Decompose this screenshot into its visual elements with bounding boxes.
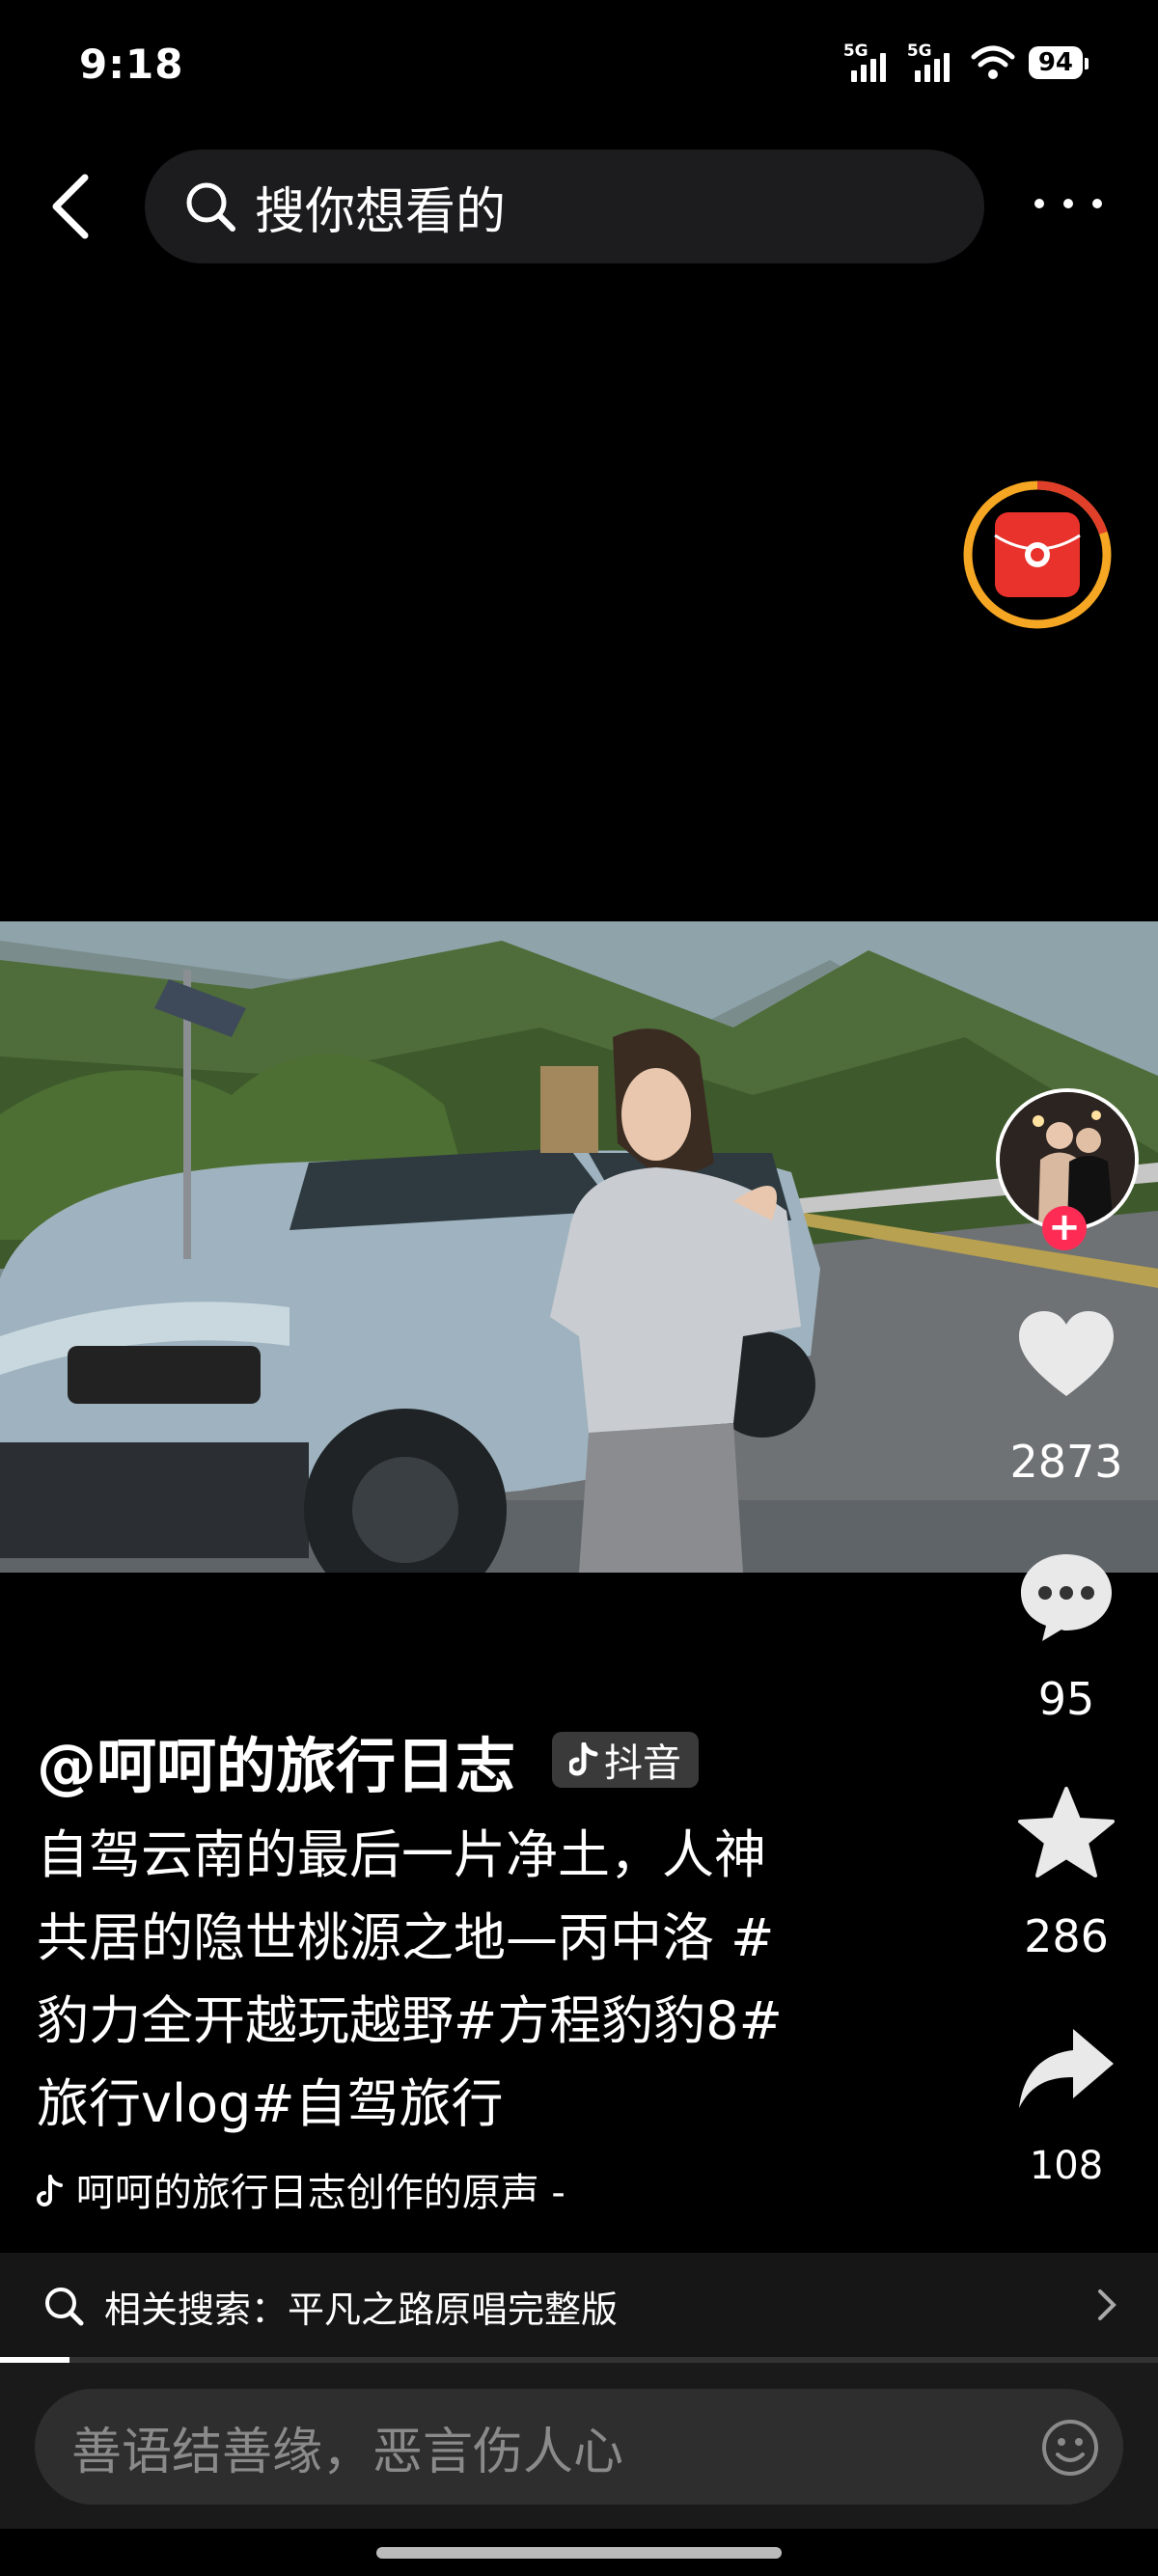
- music-note-icon: [37, 2175, 63, 2206]
- caption-line: 自驾云南的最后一片净土，人神: [37, 1824, 766, 1885]
- author-name[interactable]: @呵呵的旅行日志: [37, 1717, 515, 1804]
- emoji-icon[interactable]: [1040, 2418, 1100, 2478]
- search-placeholder: 搜你想看的: [255, 182, 507, 241]
- douyin-logo-icon: [569, 1742, 598, 1776]
- favorite-star-icon[interactable]: [1013, 1785, 1119, 1881]
- related-search-bar[interactable]: 相关搜索：平凡之路原唱完整版: [0, 2253, 1158, 2359]
- red-envelope-icon[interactable]: [960, 478, 1115, 632]
- search-icon: [45, 2288, 84, 2326]
- battery-indicator: 94: [1028, 46, 1089, 79]
- music-info[interactable]: 呵呵的旅行日志创作的原声 -: [37, 2161, 565, 2217]
- favorite-count: 286: [1024, 1910, 1109, 1962]
- chevron-right-icon: [1098, 2289, 1117, 2320]
- related-search-text: 相关搜索：平凡之路原唱完整版: [104, 2288, 619, 2331]
- search-bar[interactable]: 搜你想看的: [145, 150, 984, 263]
- comment-count: 95: [1037, 1673, 1095, 1725]
- caption-line: 旅行vlog#自驾旅行: [37, 2073, 504, 2134]
- back-arrow-icon[interactable]: [44, 172, 102, 241]
- like-heart-icon[interactable]: [1013, 1307, 1119, 1404]
- home-indicator[interactable]: [376, 2547, 782, 2559]
- more-options-icon[interactable]: [1034, 189, 1102, 218]
- platform-tag[interactable]: 抖音: [552, 1732, 699, 1788]
- comment-placeholder: 善语结善缘，恶言伤人心: [71, 2423, 624, 2481]
- share-arrow-icon[interactable]: [1013, 2021, 1119, 2118]
- signal-icon-2: 5G: [907, 41, 957, 84]
- status-time: 9:18: [79, 41, 184, 88]
- wifi-icon: [971, 45, 1015, 79]
- follow-button[interactable]: +: [1042, 1206, 1087, 1250]
- post-caption[interactable]: 自驾云南的最后一片净土，人神 共居的隐世桃源之地—丙中洛 # 豹力全开越玩越野#…: [37, 1814, 838, 2146]
- comment-input[interactable]: 善语结善缘，恶言伤人心: [35, 2389, 1123, 2505]
- status-icons: 5G 5G 94: [843, 39, 1089, 87]
- share-count: 108: [1029, 2144, 1104, 2188]
- signal-icon: 5G: [843, 41, 894, 84]
- like-count: 2873: [1009, 1436, 1123, 1488]
- search-icon: [186, 182, 235, 232]
- caption-line: 共居的隐世桃源之地—丙中洛 #: [37, 1907, 775, 1968]
- comment-icon[interactable]: [1013, 1548, 1119, 1645]
- caption-line: 豹力全开越玩越野#方程豹豹8#: [37, 1990, 783, 2051]
